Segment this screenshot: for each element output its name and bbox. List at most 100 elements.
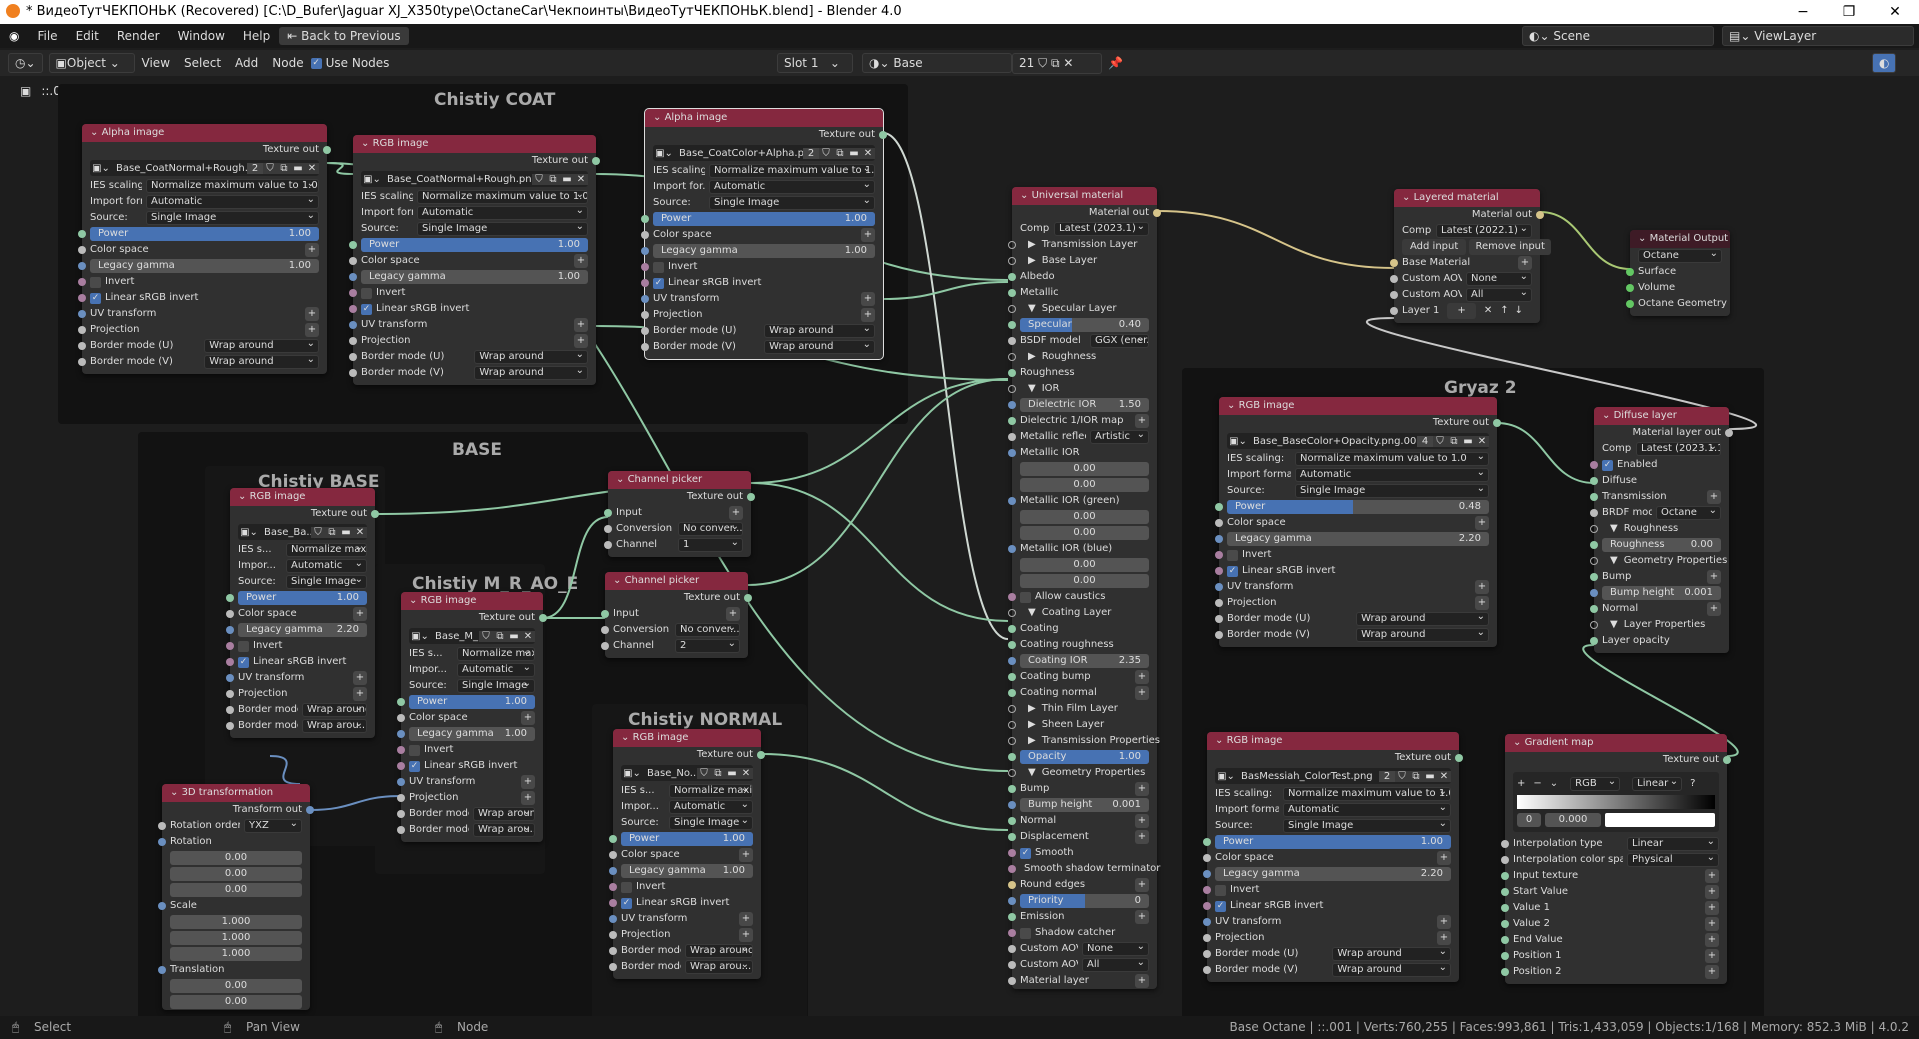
folder-icon[interactable]: ▬ [725,767,739,779]
value-slider[interactable]: Power 1.00 [361,238,588,252]
value-slider[interactable]: Power 1.00 [409,695,535,709]
dropdown[interactable]: 2 [675,639,740,653]
socket[interactable] [1215,583,1223,591]
socket[interactable] [78,326,86,334]
socket[interactable] [1008,273,1016,281]
socket[interactable] [1501,872,1509,880]
dropdown[interactable]: Wrap around [685,944,753,958]
panel-toggle[interactable]: ▼ Geometry Properties [1590,553,1729,569]
add-input-button[interactable]: + [1437,915,1451,929]
node-header[interactable]: Channel picker [605,572,748,590]
socket[interactable] [1008,385,1016,393]
panel-toggle[interactable]: ▼ Specular Layer [1008,301,1157,317]
value-field[interactable]: 0.00 [170,979,302,993]
socket[interactable] [78,358,86,366]
add-input-button[interactable]: + [1705,869,1719,883]
checkbox[interactable]: ✓ [1602,459,1613,471]
slot-selector[interactable]: Slot 1 ⌄ [777,53,853,73]
node-link[interactable] [750,378,1009,484]
socket[interactable] [604,525,612,533]
unlink-icon[interactable]: ✕ [353,526,367,538]
add-input-button[interactable]: + [1705,901,1719,915]
move-down-icon[interactable]: ↓ [1515,303,1523,319]
socket[interactable] [1008,433,1016,441]
socket[interactable] [1501,888,1509,896]
socket[interactable] [349,369,357,377]
socket[interactable] [1390,291,1398,299]
stop-index[interactable]: 0 [1517,813,1541,827]
socket[interactable] [641,263,649,271]
socket[interactable] [1501,952,1509,960]
socket[interactable] [1008,449,1016,457]
unlink-icon[interactable]: ✕ [305,162,319,174]
value-field[interactable]: 0.00 [1020,526,1149,540]
value-slider[interactable]: Power 1.00 [90,227,319,241]
socket[interactable] [641,343,649,351]
overlay-toggle[interactable]: ◐ [1872,53,1897,73]
dropdown[interactable]: Octane [1656,506,1721,520]
socket[interactable] [1390,275,1398,283]
add-input-button[interactable]: + [1135,686,1149,700]
socket[interactable] [1215,567,1223,575]
socket[interactable] [609,883,617,891]
node-header[interactable]: RGB image [613,729,761,747]
add-input-button[interactable]: + [1705,949,1719,963]
add-input-button[interactable]: + [1705,885,1719,899]
socket[interactable] [641,279,649,287]
minimize-button[interactable]: − [1780,0,1826,24]
ramp-menu-icon[interactable]: ⌄ [1550,776,1558,792]
socket[interactable] [1501,936,1509,944]
socket[interactable] [1008,417,1016,425]
value-slider[interactable]: Roughness 0.00 [1602,538,1721,552]
add-input-button[interactable]: + [1135,878,1149,892]
dropdown[interactable]: Wrap around [1356,612,1489,626]
socket[interactable] [1008,369,1016,377]
add-input-button[interactable]: + [1135,974,1149,988]
duplicate-icon[interactable]: ⧉ [493,630,507,642]
socket[interactable] [1008,721,1016,729]
socket[interactable] [397,698,405,706]
node-link[interactable] [542,516,609,619]
checkbox[interactable] [238,640,249,652]
socket[interactable] [349,305,357,313]
dropdown[interactable]: Wrap around [1332,963,1451,977]
add-input-button[interactable]: + [574,318,588,332]
socket[interactable] [1008,913,1016,921]
add-input-button[interactable]: + [574,254,588,268]
panel-toggle[interactable]: ▼ Layer Properties [1590,617,1729,633]
node-header[interactable]: 3D transformation [162,784,310,802]
help-icon[interactable]: ? [1690,776,1695,792]
dropdown[interactable]: Latest (2023.1.1) [1636,442,1721,456]
socket[interactable] [226,642,234,650]
add-input-button[interactable]: + [1135,670,1149,684]
socket[interactable] [226,674,234,682]
menu-window[interactable]: Window [169,29,234,43]
checkbox[interactable] [621,881,632,893]
dropdown[interactable]: Automatic [286,559,367,573]
socket[interactable] [1203,886,1211,894]
value-slider[interactable]: Legacy gamma 1.00 [653,244,875,258]
dropdown[interactable]: All [1466,288,1532,302]
move-up-icon[interactable]: ↑ [1500,303,1508,319]
add-input-button[interactable]: + [1475,516,1489,530]
value-field[interactable]: 0.00 [1020,478,1149,492]
dropdown[interactable]: Wrap around [1356,628,1489,642]
socket[interactable] [539,614,547,622]
socket[interactable] [1390,307,1398,315]
checkbox[interactable]: ✓ [653,277,664,289]
socket[interactable] [1590,461,1598,469]
value-slider[interactable]: Coating IOR 2.35 [1020,654,1149,668]
value-field[interactable]: 0.00 [1020,462,1149,476]
node-editor-canvas[interactable]: ▣::.001› ▽::.001› ◑Base Chistiy COAT BAS… [0,76,1919,1016]
rgb-image-node[interactable]: RGB imageTexture out ▣⌄Base_No...⛉⧉▬✕ IES … [609,729,765,979]
material-users[interactable]: 21 ⛉ ⧉ ✕ [1012,52,1102,74]
value-slider[interactable]: Legacy gamma 1.00 [361,270,588,284]
menu-node[interactable]: Node [265,56,310,70]
socket[interactable] [592,157,600,165]
socket[interactable] [226,706,234,714]
add-input-button[interactable]: + [521,775,535,789]
close-button[interactable]: ✕ [1872,0,1918,24]
socket[interactable] [397,762,405,770]
dropdown[interactable]: Latest (2022.1) [1436,224,1532,238]
rgb-image-node[interactable]: RGB imageTexture out ▣⌄Base_M_...⛉⧉▬✕ IES … [397,592,547,842]
